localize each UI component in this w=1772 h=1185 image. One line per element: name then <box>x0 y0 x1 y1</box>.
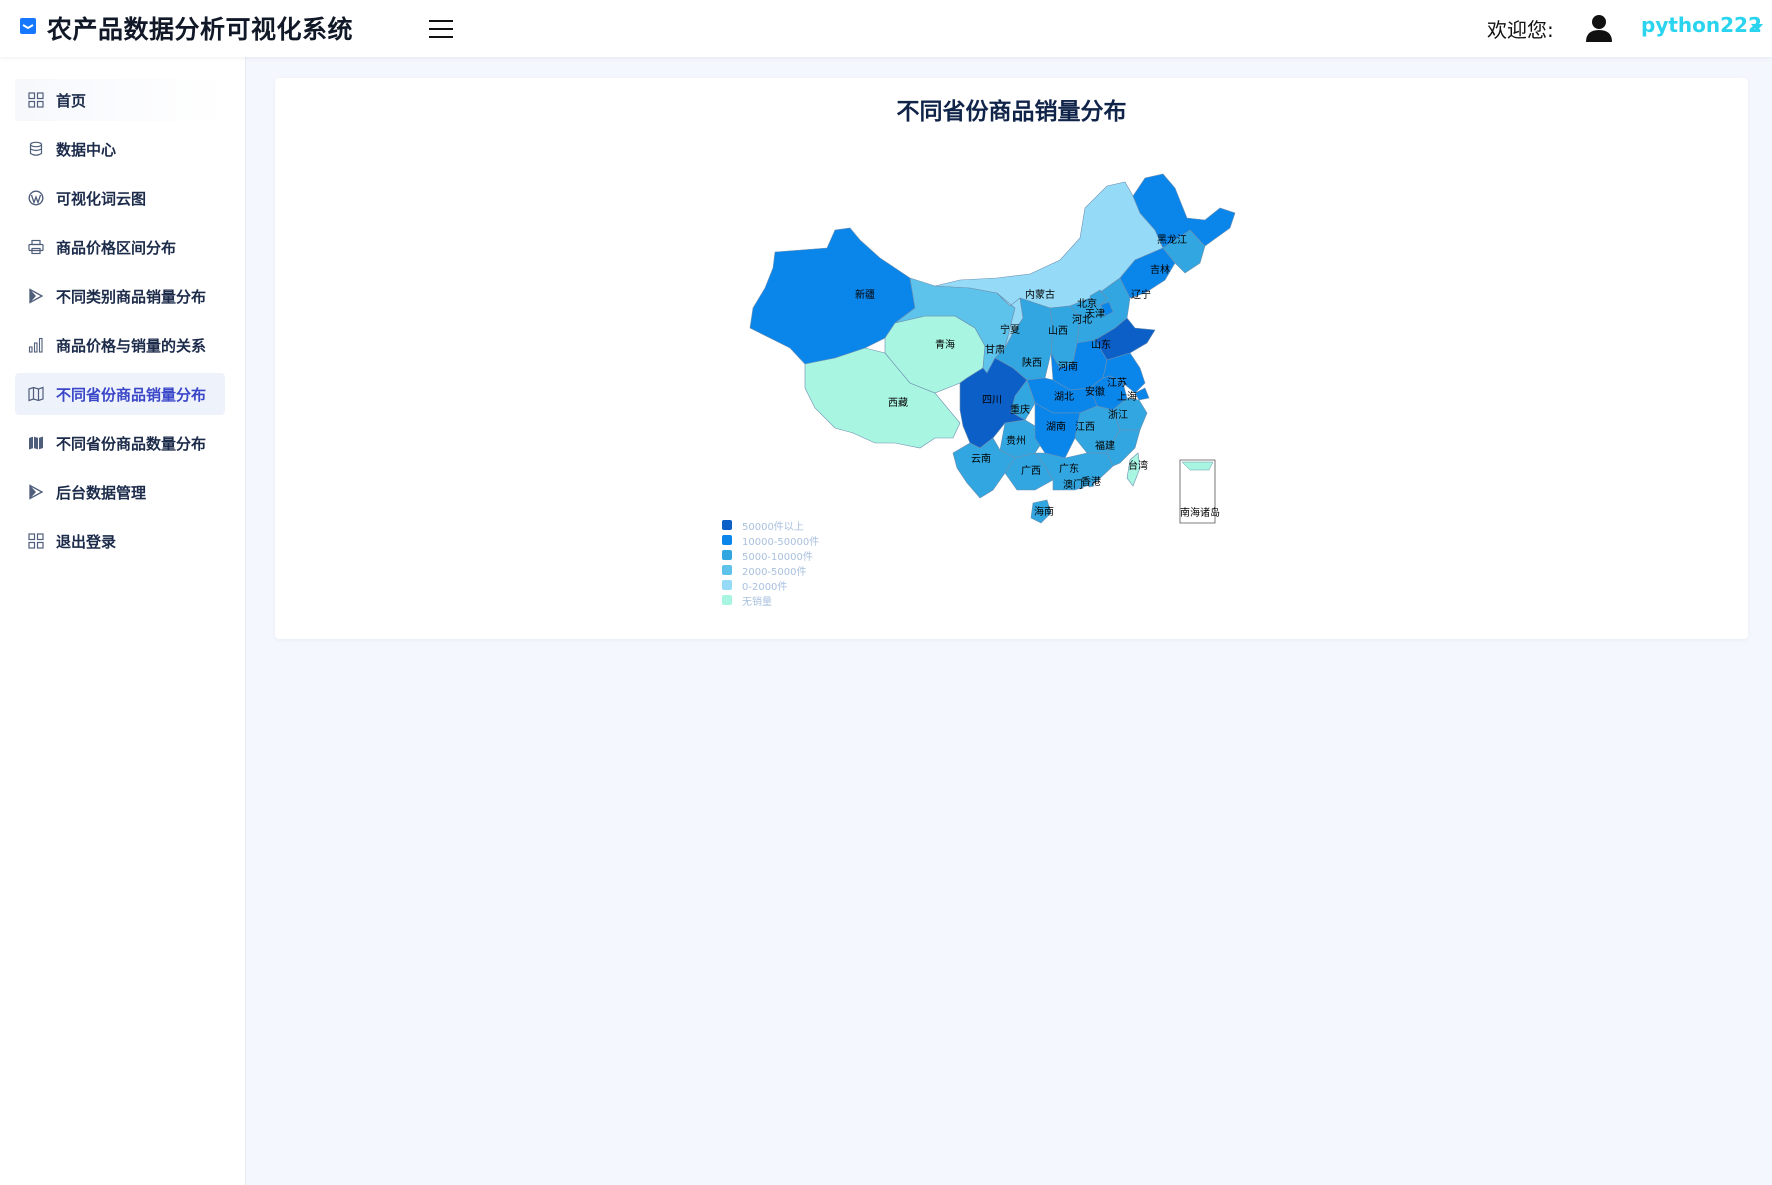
legend-swatch <box>722 520 732 530</box>
user-avatar-icon[interactable] <box>1586 14 1612 42</box>
region-label: 澳门 <box>1063 478 1083 491</box>
region-label: 甘肃 <box>985 343 1005 356</box>
play-icon <box>29 288 44 304</box>
legend-label: 10000-50000件 <box>742 537 820 548</box>
legend-swatch <box>722 595 732 605</box>
region-label: 青海 <box>935 338 955 351</box>
china-map[interactable]: 新疆西藏青海 甘肃内蒙古宁夏陕西山西河北北京天津辽宁吉林黑龙江山东河南江苏安徽 上海… <box>735 168 1375 568</box>
map-icon <box>28 386 44 402</box>
sidebar-item-price-range[interactable]: 商品价格区间分布 <box>15 226 225 268</box>
app-title: 农产品数据分析可视化系统 <box>47 15 354 44</box>
grid-icon <box>28 533 44 549</box>
region-label: 内蒙古 <box>1025 288 1055 301</box>
sidebar-item-logout[interactable]: 退出登录 <box>15 520 225 562</box>
sidebar-item-label: 不同省份商品销量分布 <box>56 386 207 404</box>
sidebar-item-label: 退出登录 <box>56 533 117 551</box>
region-label: 云南 <box>971 452 991 465</box>
legend-label: 2000-5000件 <box>742 567 807 578</box>
legend-label: 无销量 <box>742 597 772 608</box>
region-label: 海南 <box>1034 505 1054 518</box>
printer-icon <box>28 239 44 255</box>
region-label: 山东 <box>1091 338 1111 351</box>
sidebar-item-home[interactable]: 首页 <box>15 79 225 121</box>
chevron-down-icon[interactable] <box>1751 24 1763 31</box>
region-label: 江西 <box>1075 421 1095 433</box>
region-label: 安徽 <box>1085 385 1105 398</box>
top-header: 农产品数据分析可视化系统 欢迎您: python222 <box>0 0 1772 57</box>
legend-swatch <box>722 535 732 545</box>
region-label: 宁夏 <box>1000 323 1020 336</box>
sidebar-item-label: 可视化词云图 <box>56 190 147 208</box>
wordpress-icon <box>28 190 44 206</box>
region-label: 江苏 <box>1107 376 1127 389</box>
sidebar-item-label: 数据中心 <box>56 141 117 159</box>
sidebar: 首页 数据中心 可视化词云图 商品价格区间分布 不同类别商品销量分布 商品价格与… <box>0 57 246 1185</box>
username-dropdown[interactable]: python222 <box>1641 13 1762 37</box>
legend-swatch <box>722 565 732 575</box>
legend-label: 5000-10000件 <box>742 552 813 563</box>
region-label: 香港 <box>1081 476 1101 488</box>
region-label: 湖南 <box>1046 420 1066 433</box>
region-label: 新疆 <box>855 288 875 301</box>
region-label: 河南 <box>1058 360 1078 373</box>
sidebar-item-province-sales[interactable]: 不同省份商品销量分布 <box>15 373 225 415</box>
region-label: 山西 <box>1048 325 1068 337</box>
region-label: 天津 <box>1085 308 1105 320</box>
region-label: 西藏 <box>888 397 908 409</box>
region-label: 吉林 <box>1150 263 1170 276</box>
region-label: 台湾 <box>1128 459 1148 472</box>
region-label: 辽宁 <box>1131 288 1151 301</box>
sidebar-item-label: 商品价格与销量的关系 <box>56 337 207 355</box>
grid-icon <box>28 92 44 108</box>
region-label: 广西 <box>1021 465 1041 477</box>
bar-chart-icon <box>28 337 43 353</box>
map-filled-icon <box>29 436 43 450</box>
chart-card: 不同省份商品销量分布 新疆 西藏 青海 甘肃 内蒙古 宁夏 陕西 山西 河北 北京 天津 辽宁 吉林 黑龙… <box>275 78 1748 639</box>
region-label: 福建 <box>1095 439 1115 452</box>
region-label: 上海 <box>1117 390 1137 403</box>
region-label: 重庆 <box>1010 403 1030 416</box>
sidebar-item-label: 首页 <box>56 92 87 110</box>
legend-label: 0-2000件 <box>742 582 788 593</box>
sidebar-item-label: 不同省份商品数量分布 <box>56 435 207 453</box>
region-南海诸岛[interactable] <box>1181 461 1214 471</box>
legend-label: 50000件以上 <box>742 522 804 533</box>
region-label: 黑龙江 <box>1157 233 1187 246</box>
region-label: 贵州 <box>1006 434 1026 447</box>
sidebar-item-label: 后台数据管理 <box>56 484 147 502</box>
region-label: 浙江 <box>1108 409 1128 421</box>
region-label: 湖北 <box>1054 391 1074 403</box>
chart-title: 不同省份商品销量分布 <box>896 99 1127 125</box>
legend-swatch <box>722 550 732 560</box>
region-label: 广东 <box>1059 462 1079 475</box>
sidebar-item-label: 商品价格区间分布 <box>56 239 177 257</box>
sidebar-item-price-sales[interactable]: 商品价格与销量的关系 <box>15 324 225 366</box>
sidebar-item-label: 不同类别商品销量分布 <box>56 288 207 306</box>
hamburger-menu-icon[interactable] <box>427 16 455 40</box>
sidebar-item-data-admin[interactable]: 后台数据管理 <box>15 471 225 513</box>
region-label: 陕西 <box>1022 356 1042 369</box>
logo-icon <box>20 18 36 34</box>
region-label: 南海诸岛 <box>1180 506 1220 519</box>
region-label: 四川 <box>982 395 1002 406</box>
play-icon <box>29 484 44 500</box>
legend-swatch <box>722 580 732 590</box>
sidebar-item-data-center[interactable]: 数据中心 <box>15 128 225 170</box>
welcome-text: 欢迎您: <box>1487 18 1554 42</box>
sidebar-item-wordcloud[interactable]: 可视化词云图 <box>15 177 225 219</box>
database-icon <box>29 141 43 156</box>
sidebar-item-province-count[interactable]: 不同省份商品数量分布 <box>15 422 225 464</box>
sidebar-item-category-sales[interactable]: 不同类别商品销量分布 <box>15 275 225 317</box>
